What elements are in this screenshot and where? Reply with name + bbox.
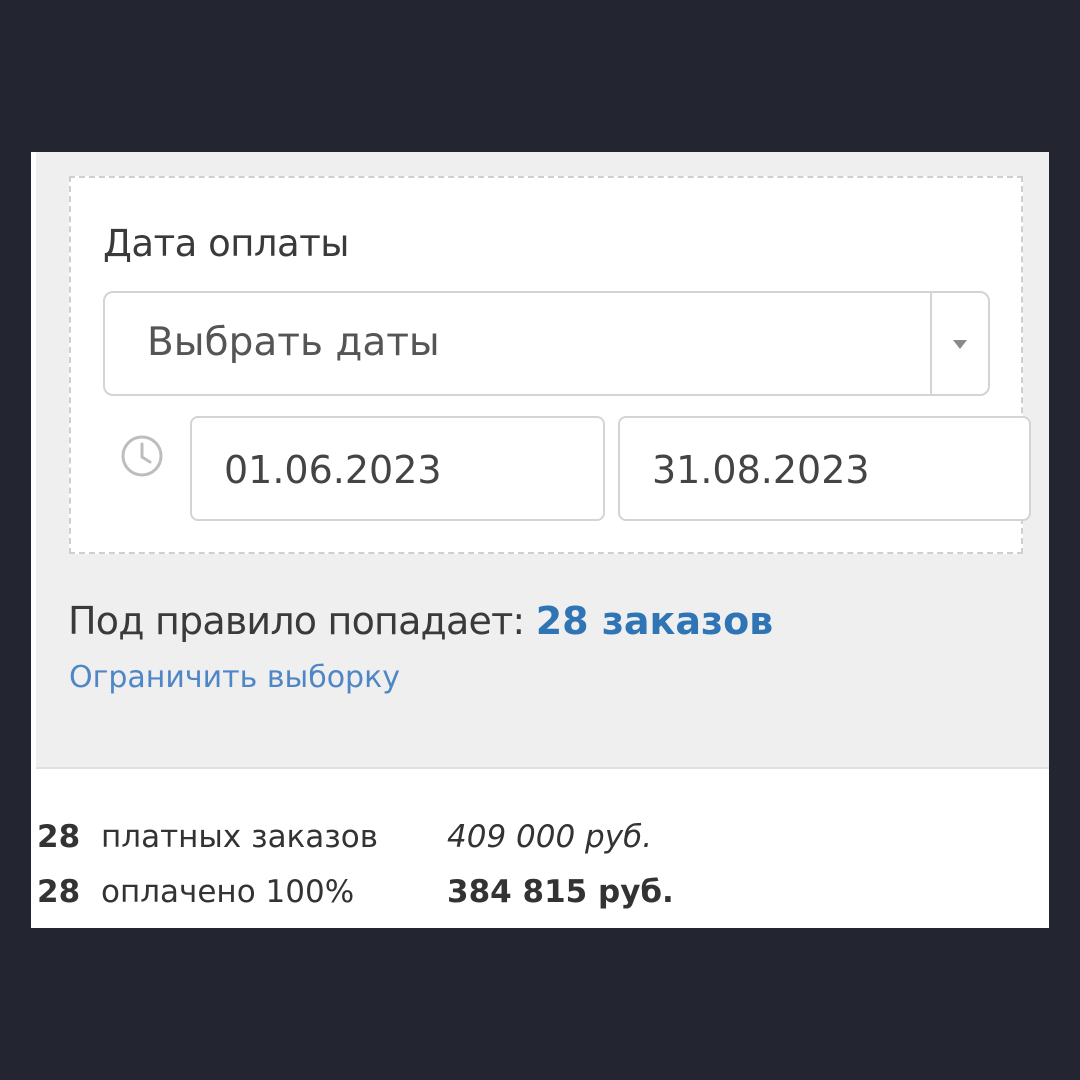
date-to-input[interactable]: 31.08.2023	[618, 416, 1031, 521]
clock-icon	[120, 434, 164, 478]
date-preset-select[interactable]: Выбрать даты	[103, 291, 990, 396]
select-value: Выбрать даты	[147, 320, 440, 365]
screenshot-panel: Дата оплаты Выбрать даты 01.06.2023 31.0…	[31, 152, 1049, 928]
stats-amount: 409 000 руб.	[447, 819, 653, 855]
rule-summary: Под правило попадает: 28 заказов	[68, 599, 773, 643]
date-from-input[interactable]: 01.06.2023	[190, 416, 605, 521]
stats-amount: 384 815 руб.	[447, 874, 674, 910]
limit-selection-link[interactable]: Ограничить выборку	[69, 660, 400, 695]
summary-prefix: Под правило попадает:	[68, 599, 536, 643]
filter-label: Дата оплаты	[103, 222, 349, 265]
stats-count: 28	[37, 874, 81, 910]
stats-count: 28	[37, 819, 81, 855]
orders-count-link[interactable]: 28 заказов	[536, 599, 774, 643]
date-from-value: 01.06.2023	[224, 448, 442, 492]
date-to-value: 31.08.2023	[652, 448, 870, 492]
stats-label: оплачено 100%	[101, 874, 355, 910]
stats-label: платных заказов	[101, 819, 379, 855]
chevron-down-icon[interactable]	[930, 293, 988, 394]
